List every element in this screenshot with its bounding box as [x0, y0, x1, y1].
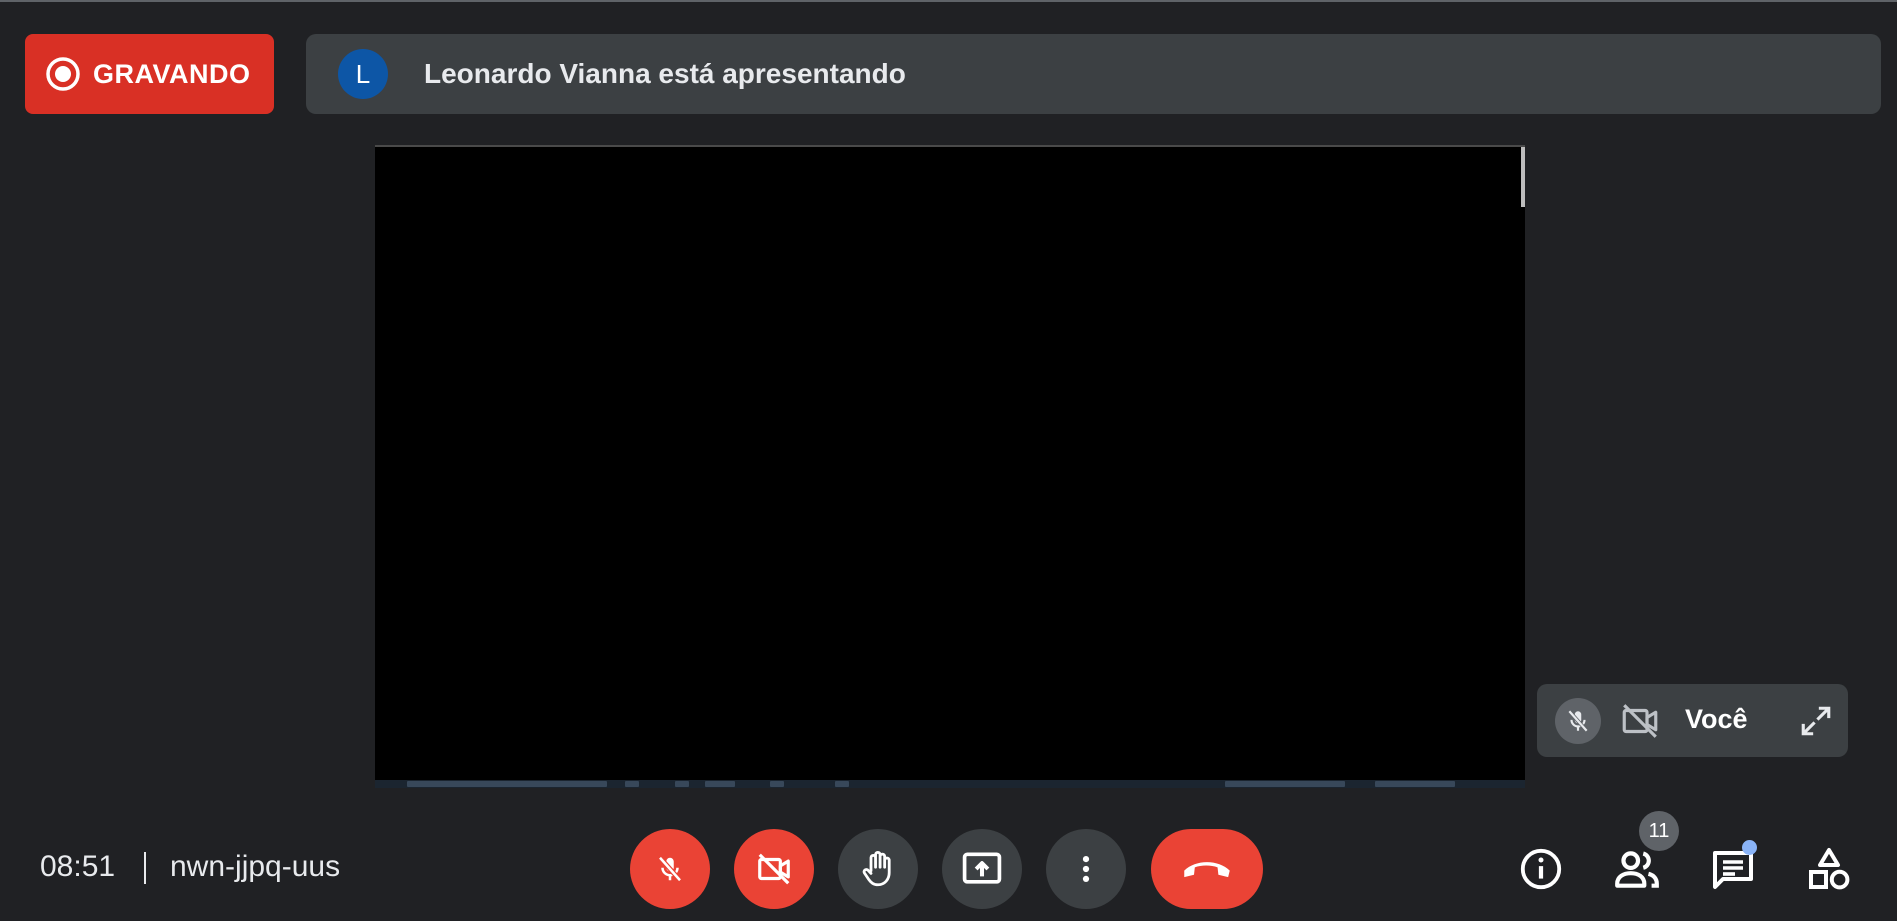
camera-toggle-button[interactable]	[734, 829, 814, 909]
expand-icon	[1801, 706, 1831, 736]
hand-icon	[862, 851, 891, 887]
present-icon	[962, 852, 1002, 884]
meeting-code[interactable]: nwn-jjpq-uus	[170, 850, 340, 884]
activities-icon	[1809, 848, 1850, 890]
mic-off-icon	[1567, 709, 1589, 733]
presenting-banner: L Leonardo Vianna está apresentando	[306, 34, 1881, 114]
participant-count-badge: 11	[1639, 811, 1679, 851]
record-icon	[46, 57, 80, 91]
recording-indicator[interactable]: GRAVANDO	[25, 34, 274, 114]
camera-off-icon	[1622, 704, 1658, 738]
top-border	[0, 0, 1897, 2]
meeting-details-button[interactable]	[1514, 842, 1568, 896]
shared-screen-taskbar	[375, 780, 1525, 788]
self-name-label: Você	[1685, 704, 1748, 734]
people-icon	[1615, 851, 1659, 888]
present-now-button[interactable]	[942, 829, 1022, 909]
shared-screen	[375, 145, 1525, 788]
camera-off-icon	[758, 853, 790, 885]
chat-unread-dot	[1742, 840, 1757, 855]
info-divider	[144, 852, 146, 884]
info-icon	[1520, 848, 1562, 890]
more-vert-icon	[1082, 855, 1090, 883]
activities-button[interactable]	[1802, 842, 1856, 896]
shared-screen-scrollbar	[1521, 147, 1525, 207]
presenter-avatar: L	[338, 49, 388, 99]
self-camera-status	[1619, 700, 1661, 742]
presenting-message: Leonardo Vianna está apresentando	[424, 58, 906, 89]
self-tile[interactable]: Você	[1537, 684, 1848, 757]
hangup-icon	[1184, 862, 1230, 878]
meeting-time: 08:51	[40, 850, 116, 883]
raise-hand-button[interactable]	[838, 829, 918, 909]
recording-label: GRAVANDO	[93, 58, 251, 89]
leave-call-button[interactable]	[1151, 829, 1263, 909]
more-options-button[interactable]	[1046, 829, 1126, 909]
expand-self-button[interactable]	[1797, 702, 1835, 740]
shared-screen-top-edge	[375, 145, 1525, 147]
mic-toggle-button[interactable]	[630, 829, 710, 909]
mic-off-icon	[658, 856, 682, 882]
self-mic-status	[1555, 698, 1601, 744]
